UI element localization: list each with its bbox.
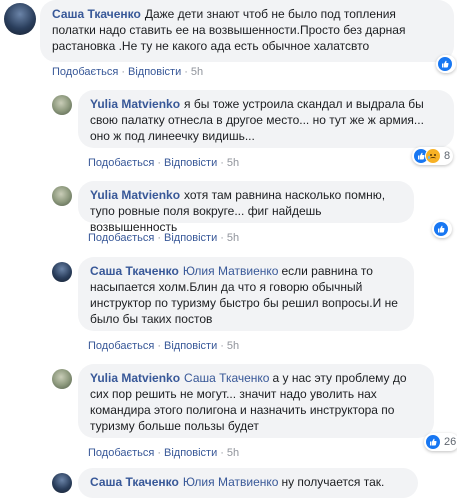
comment-2: Yulia Matvienko я бы тоже устроила сканда… (0, 90, 457, 170)
comment-bubble: Yulia Matvienko хотя там равнина наскольк… (78, 181, 414, 234)
comment-bubble: Саша Ткаченко Юлия Матвиенко ну получается… (78, 468, 418, 498)
separator: · (157, 447, 161, 459)
reply-link[interactable]: Відповісти (164, 340, 217, 352)
avatar[interactable] (4, 3, 36, 35)
avatar[interactable] (52, 262, 72, 282)
comment-author[interactable]: Yulia Matvienko (90, 371, 180, 385)
comment-author[interactable]: Yulia Matvienko (90, 188, 180, 202)
like-link[interactable]: Подобається (88, 447, 154, 459)
separator: · (220, 157, 224, 169)
comment-1: Саша Ткаченко Даже дети знают чтоб не был… (0, 0, 457, 80)
reply-link[interactable]: Відповісти (128, 66, 181, 78)
comment-author[interactable]: Саша Ткаченко (90, 475, 179, 489)
reactions-badge[interactable]: 8 (412, 147, 454, 165)
comment-bubble: Yulia Matvienko я бы тоже устроила сканда… (78, 90, 454, 148)
separator: · (220, 232, 224, 244)
comment-4: Саша Ткаченко Юлия Матвиенко если равнина … (0, 257, 457, 352)
comment-author[interactable]: Yulia Matvienko (90, 97, 180, 111)
comment-time[interactable]: 5h (227, 157, 239, 169)
like-icon (433, 221, 449, 237)
comment-text: ну получается так. (281, 475, 385, 489)
comment-bubble: Yulia Matvienko Саша Ткаченко а у нас эту … (78, 364, 434, 438)
comment-time[interactable]: 5h (227, 232, 239, 244)
reactions-badge[interactable] (436, 55, 456, 73)
like-link[interactable]: Подобається (88, 340, 154, 352)
like-link[interactable]: Подобається (88, 157, 154, 169)
reactions-badge[interactable] (432, 220, 452, 238)
comment-bubble: Саша Ткаченко Юлия Матвиенко если равнина … (78, 257, 414, 331)
separator: · (121, 66, 125, 78)
reply-link[interactable]: Відповісти (164, 232, 217, 244)
comment-actions: Подобається · Відповісти · 5h (88, 232, 239, 244)
comment-6: Саша Ткаченко Юлия Матвиенко ну получается… (0, 468, 457, 498)
reaction-count: 26 (444, 436, 457, 448)
comment-bubble: Саша Ткаченко Даже дети знают чтоб не был… (40, 0, 454, 62)
mention-link[interactable]: Саша Ткаченко (184, 371, 269, 385)
mention-link[interactable]: Юлия Матвиенко (183, 264, 279, 278)
avatar[interactable] (52, 95, 72, 115)
comment-author[interactable]: Саша Ткаченко (90, 264, 179, 278)
comment-time[interactable]: 5h (191, 66, 203, 78)
avatar[interactable] (52, 186, 72, 206)
like-link[interactable]: Подобається (52, 66, 118, 78)
reactions-badge[interactable]: 26 (424, 433, 457, 451)
comment-time[interactable]: 5h (227, 340, 239, 352)
separator: · (157, 340, 161, 352)
separator: · (220, 340, 224, 352)
like-icon (425, 434, 441, 450)
comment-time[interactable]: 5h (227, 447, 239, 459)
comment-actions: Подобається · Відповісти · 5h (88, 157, 239, 169)
reply-link[interactable]: Відповісти (164, 447, 217, 459)
separator: · (157, 232, 161, 244)
comment-actions: Подобається · Відповісти · 5h (52, 66, 203, 78)
reaction-count: 8 (444, 150, 451, 162)
sad-icon (425, 148, 441, 164)
reply-link[interactable]: Відповісти (164, 157, 217, 169)
separator: · (184, 66, 188, 78)
avatar[interactable] (52, 369, 72, 389)
mention-link[interactable]: Юлия Матвиенко (183, 475, 279, 489)
comment-actions: Подобається · Відповісти · 5h (88, 447, 239, 459)
separator: · (220, 447, 224, 459)
separator: · (157, 157, 161, 169)
like-icon (437, 56, 453, 72)
avatar[interactable] (52, 473, 72, 493)
comment-actions: Подобається · Відповісти · 5h (88, 340, 239, 352)
comment-5: Yulia Matvienko Саша Ткаченко а у нас эту … (0, 364, 457, 459)
comment-author[interactable]: Саша Ткаченко (52, 7, 141, 21)
comment-3: Yulia Matvienko хотя там равнина наскольк… (0, 181, 457, 251)
like-link[interactable]: Подобається (88, 232, 154, 244)
